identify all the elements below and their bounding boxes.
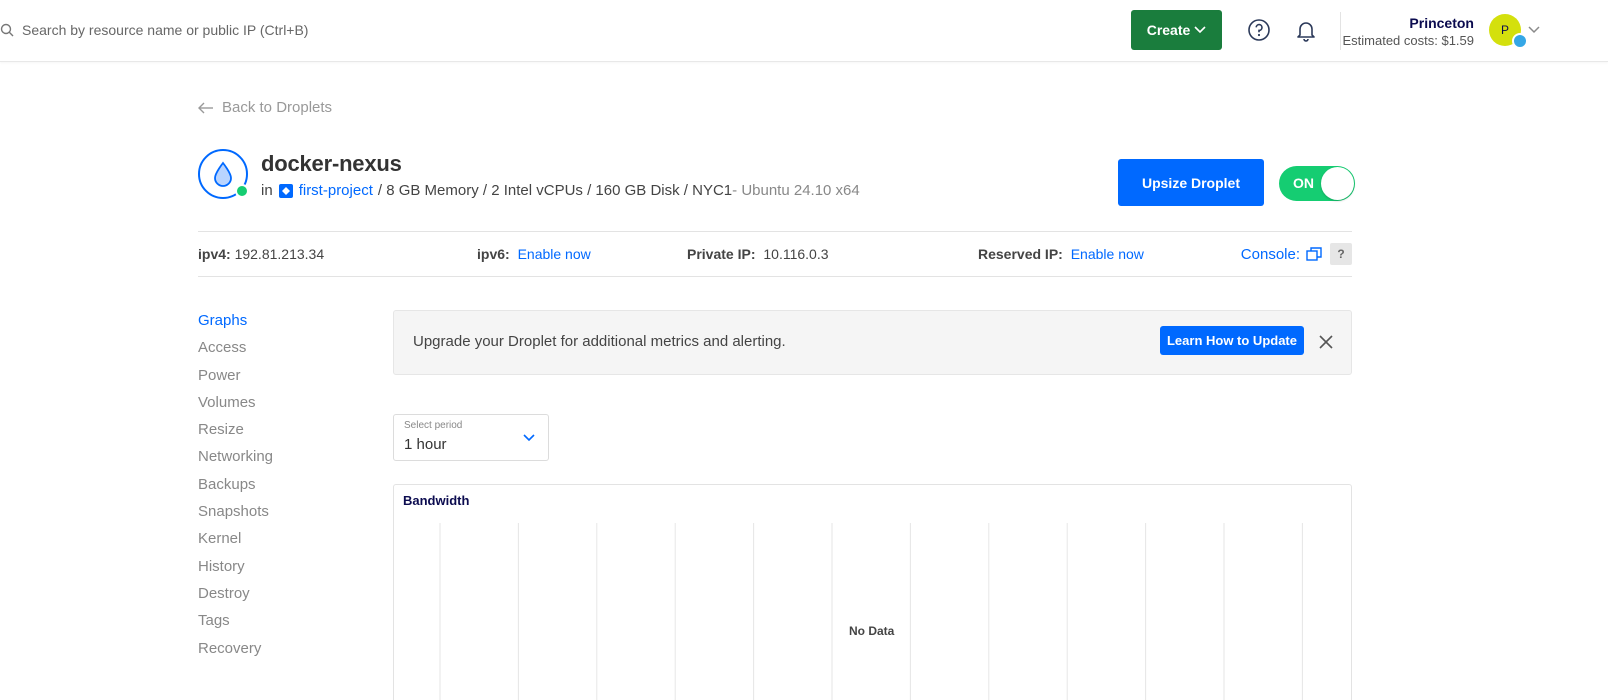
external-window-icon <box>1306 247 1322 261</box>
period-select-value: 1 hour <box>404 436 447 453</box>
ipv4-value[interactable]: 192.81.213.34 <box>235 246 325 262</box>
search-icon <box>0 23 14 37</box>
droplet-side-nav: Graphs Access Power Volumes Resize Netwo… <box>198 310 273 665</box>
nav-item-power[interactable]: Power <box>198 365 273 392</box>
nav-item-networking[interactable]: Networking <box>198 446 273 473</box>
nav-item-recovery[interactable]: Recovery <box>198 638 273 665</box>
reserved-ip-item: Reserved IP: Enable now <box>978 246 1144 262</box>
user-name: Princeton <box>1409 15 1474 31</box>
power-toggle-label: ON <box>1293 175 1314 191</box>
create-button[interactable]: Create <box>1131 10 1222 50</box>
nav-item-destroy[interactable]: Destroy <box>198 583 273 610</box>
console-group: Console: ? <box>1241 243 1352 265</box>
nav-item-volumes[interactable]: Volumes <box>198 392 273 419</box>
estimated-costs: Estimated costs: $1.59 <box>1342 33 1474 48</box>
private-ip-label: Private IP: <box>687 246 756 262</box>
ipv6-item: ipv6: Enable now <box>477 246 591 262</box>
help-icon[interactable] <box>1245 16 1273 44</box>
project-link[interactable]: first-project <box>299 182 373 199</box>
nav-item-resize[interactable]: Resize <box>198 419 273 446</box>
bandwidth-graph-panel: Bandwidth No Data <box>393 484 1352 700</box>
nav-item-graphs[interactable]: Graphs <box>198 310 273 337</box>
reserved-ip-label: Reserved IP: <box>978 246 1063 262</box>
top-bar: Search by resource name or public IP (Ct… <box>0 0 1608 62</box>
create-button-label: Create <box>1146 22 1191 38</box>
droplet-os: - Ubuntu 24.10 x64 <box>732 182 860 199</box>
bell-icon[interactable] <box>1292 16 1320 44</box>
user-menu[interactable]: Princeton Estimated costs: $1.59 <box>1342 14 1474 50</box>
back-to-droplets-link[interactable]: Back to Droplets <box>198 99 332 116</box>
droplet-specs: / 8 GB Memory / 2 Intel vCPUs / 160 GB D… <box>377 182 733 199</box>
back-link-label: Back to Droplets <box>222 99 333 116</box>
search-input[interactable]: Search by resource name or public IP (Ct… <box>22 22 308 38</box>
chevron-down-icon <box>523 434 535 442</box>
nav-item-kernel[interactable]: Kernel <box>198 528 273 555</box>
period-select-label: Select period <box>404 420 463 431</box>
nav-item-access[interactable]: Access <box>198 337 273 364</box>
droplet-meta: in first-project / 8 GB Memory / 2 Intel… <box>261 182 860 199</box>
reserved-ip-enable-link[interactable]: Enable now <box>1071 246 1144 262</box>
learn-how-to-update-button[interactable]: Learn How to Update <box>1160 326 1304 355</box>
console-link[interactable]: Console: <box>1241 246 1322 263</box>
bandwidth-grid <box>439 523 1303 700</box>
nav-item-history[interactable]: History <box>198 556 273 583</box>
divider <box>1340 12 1341 50</box>
period-select[interactable]: Select period 1 hour <box>393 414 549 461</box>
arrow-left-icon <box>198 102 213 113</box>
console-help-button[interactable]: ? <box>1330 243 1352 265</box>
console-label: Console: <box>1240 245 1300 263</box>
nav-item-backups[interactable]: Backups <box>198 474 273 501</box>
ipv6-label: ipv6: <box>477 246 510 262</box>
ipv6-enable-link[interactable]: Enable now <box>518 246 591 262</box>
private-ip-item: Private IP: 10.116.0.3 <box>687 246 829 262</box>
project-icon <box>278 183 293 198</box>
no-data-label: No Data <box>849 624 895 638</box>
bandwidth-title: Bandwidth <box>403 493 470 508</box>
upgrade-alert: Upgrade your Droplet for additional metr… <box>393 310 1352 375</box>
in-label: in <box>261 182 273 199</box>
chevron-down-icon[interactable] <box>1527 22 1541 36</box>
nav-item-tags[interactable]: Tags <box>198 610 273 637</box>
power-toggle[interactable]: ON <box>1279 166 1355 201</box>
search-bar[interactable]: Search by resource name or public IP (Ct… <box>0 18 308 42</box>
private-ip-value[interactable]: 10.116.0.3 <box>763 246 828 262</box>
nav-item-snapshots[interactable]: Snapshots <box>198 501 273 528</box>
ipv4-item: ipv4: 192.81.213.34 <box>198 246 324 262</box>
status-indicator <box>235 184 249 198</box>
toggle-knob <box>1321 167 1354 200</box>
team-badge-icon <box>1512 33 1528 49</box>
alert-text: Upgrade your Droplet for additional metr… <box>413 333 786 350</box>
upsize-droplet-button[interactable]: Upsize Droplet <box>1118 159 1264 206</box>
droplet-name: docker-nexus <box>261 151 402 176</box>
close-icon[interactable] <box>1318 334 1334 350</box>
chevron-down-icon <box>1194 26 1206 34</box>
ip-info-row: ipv4: 192.81.213.34 ipv6: Enable now Pri… <box>198 231 1352 277</box>
ipv4-label: ipv4: <box>198 246 231 262</box>
